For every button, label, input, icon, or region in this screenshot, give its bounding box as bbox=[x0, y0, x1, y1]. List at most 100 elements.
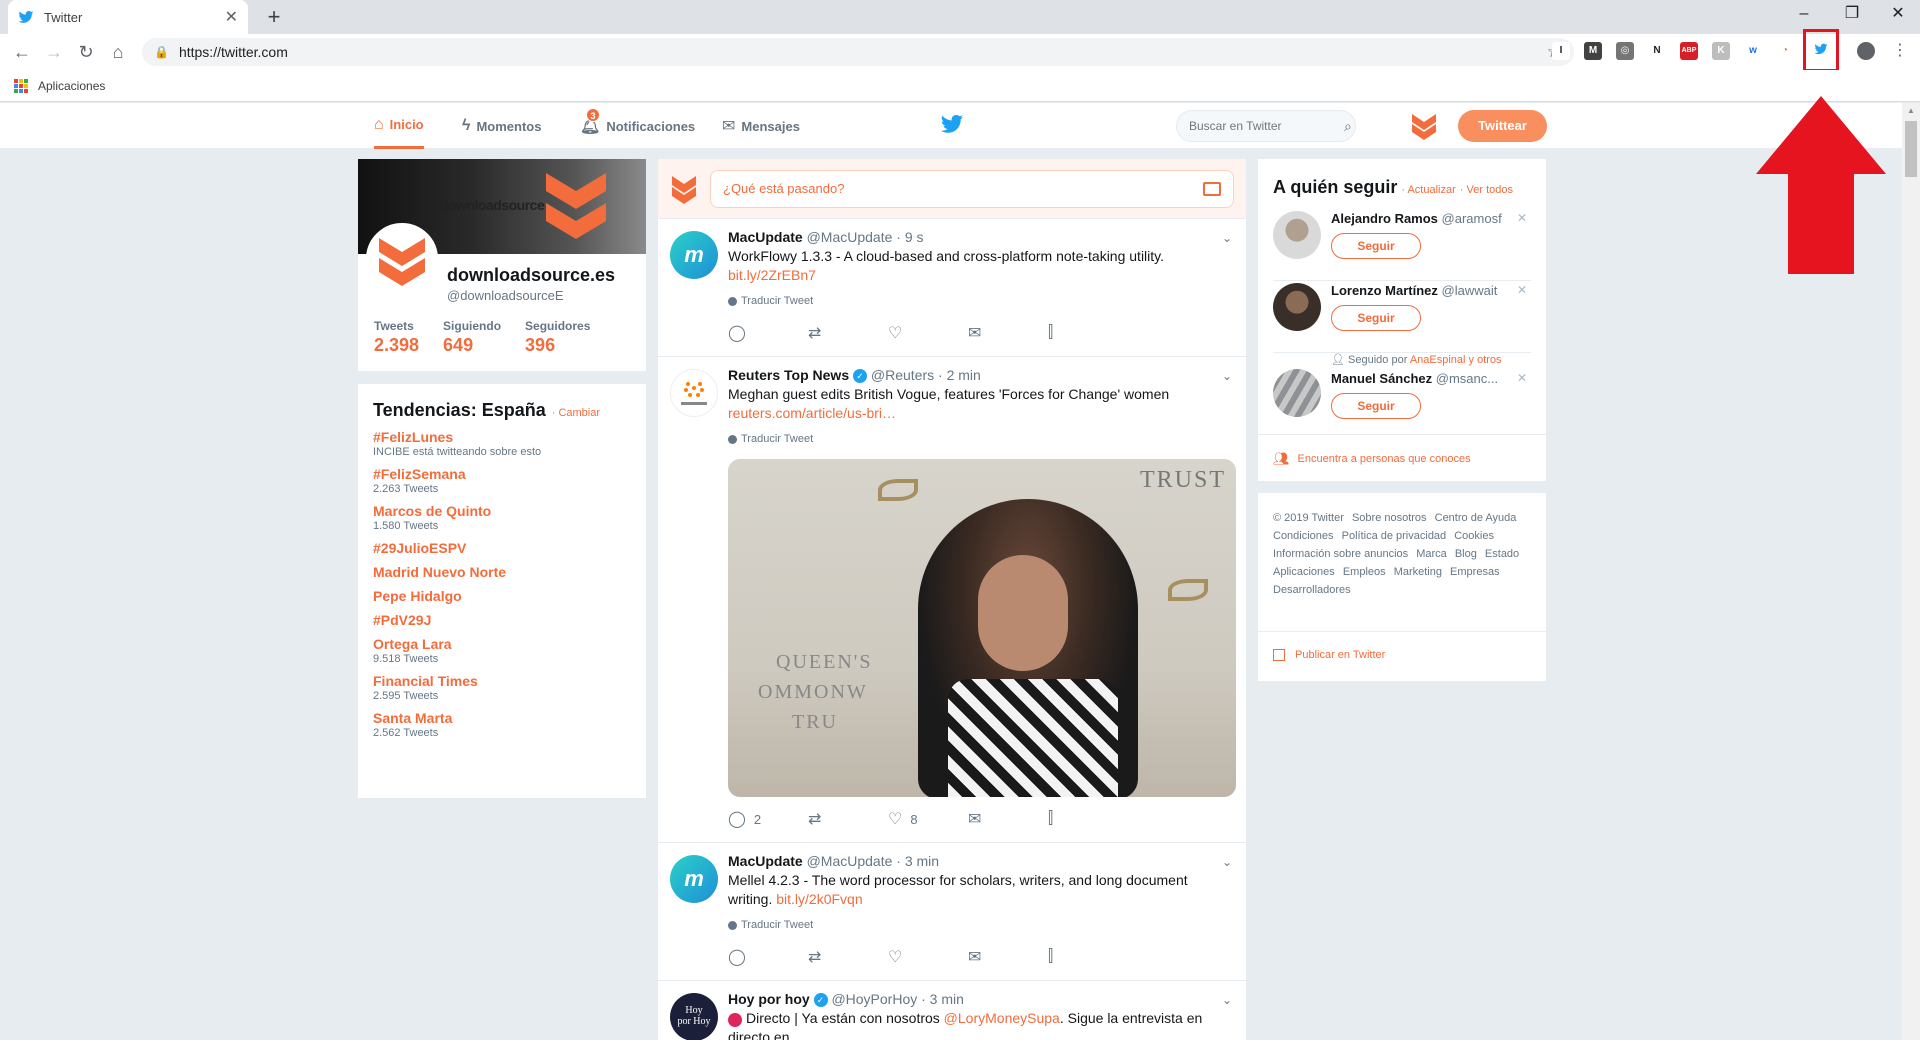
dm-button[interactable]: ✉ bbox=[968, 809, 1048, 829]
footer-link[interactable]: Desarrolladores bbox=[1273, 584, 1351, 596]
trends-change-link[interactable]: · Cambiar bbox=[552, 407, 600, 419]
user-name[interactable]: Alejandro Ramos @aramosf bbox=[1331, 211, 1502, 226]
trend-item[interactable]: Marcos de Quinto 1.580 Tweets bbox=[373, 503, 631, 532]
trend-item[interactable]: Financial Times 2.595 Tweets bbox=[373, 673, 631, 702]
refresh-link[interactable]: · Actualizar bbox=[1401, 184, 1455, 196]
retweet-button[interactable]: ⇄ bbox=[808, 947, 888, 967]
nav-home[interactable]: ⌂ Inicio bbox=[374, 103, 424, 149]
tweet-handle[interactable]: @MacUpdate · 3 min bbox=[807, 853, 939, 869]
forward-arrow-icon[interactable]: → bbox=[40, 38, 68, 66]
stat-tweets[interactable]: Tweets 2.398 bbox=[374, 319, 419, 356]
chevron-down-icon[interactable]: ⌄ bbox=[1222, 369, 1232, 383]
twitter-logo-icon[interactable] bbox=[940, 112, 964, 136]
compose-input[interactable]: ¿Qué está pasando? bbox=[710, 169, 1234, 208]
search-input[interactable] bbox=[1189, 119, 1344, 133]
apps-bookmark[interactable]: Aplicaciones bbox=[38, 79, 105, 93]
analytics-button[interactable]: ⫿ bbox=[1048, 810, 1128, 828]
tweet-handle[interactable]: @MacUpdate · 9 s bbox=[807, 229, 924, 245]
tweet-author[interactable]: Hoy por hoy bbox=[728, 991, 810, 1007]
tweet[interactable]: m MacUpdate @MacUpdate · 9 s ⌄ WorkFlowy… bbox=[658, 219, 1246, 357]
footer-link[interactable]: Sobre nosotros bbox=[1352, 512, 1427, 524]
tweet-avatar[interactable]: m bbox=[670, 855, 718, 903]
trend-item[interactable]: Pepe Hidalgo bbox=[373, 588, 631, 604]
compose-avatar-icon[interactable] bbox=[670, 174, 698, 204]
home-icon[interactable]: ⌂ bbox=[104, 38, 132, 66]
user-name[interactable]: Manuel Sánchez @msanc... bbox=[1331, 371, 1498, 386]
downloadsource-brand-icon[interactable] bbox=[1410, 112, 1438, 140]
like-button[interactable]: ♡ bbox=[888, 947, 968, 967]
browser-extension-icon[interactable]: ◎ bbox=[1616, 42, 1634, 60]
browser-extension-icon[interactable]: K bbox=[1712, 42, 1730, 60]
image-icon[interactable] bbox=[1203, 181, 1221, 196]
tab-close-icon[interactable]: ✕ bbox=[225, 7, 238, 27]
profile-handle[interactable]: @downloadsourceE bbox=[447, 288, 564, 303]
scroll-up-arrow-icon[interactable]: ▲ bbox=[1902, 103, 1920, 119]
footer-link[interactable]: Cookies bbox=[1454, 530, 1494, 542]
stat-following[interactable]: Siguiendo 649 bbox=[443, 319, 501, 356]
profile-name[interactable]: downloadsource.es bbox=[447, 265, 615, 286]
user-avatar[interactable] bbox=[1273, 283, 1321, 331]
user-avatar[interactable] bbox=[1273, 211, 1321, 259]
footer-link[interactable]: Política de privacidad bbox=[1342, 530, 1447, 542]
apps-grid-icon[interactable] bbox=[14, 78, 28, 93]
tweet-author[interactable]: MacUpdate bbox=[728, 853, 803, 869]
profile-avatar-icon[interactable] bbox=[1857, 42, 1875, 60]
tweet-avatar[interactable]: m bbox=[670, 231, 718, 279]
scroll-thumb[interactable] bbox=[1905, 121, 1917, 177]
dismiss-icon[interactable]: ✕ bbox=[1517, 211, 1527, 225]
tweet-button[interactable]: Twittear bbox=[1458, 110, 1547, 142]
footer-link[interactable]: Información sobre anuncios bbox=[1273, 548, 1408, 560]
trend-item[interactable]: Ortega Lara 9.518 Tweets bbox=[373, 636, 631, 665]
tweet-author[interactable]: Reuters Top News bbox=[728, 367, 849, 383]
new-tab-button[interactable]: + bbox=[260, 4, 288, 32]
browser-extension-icon[interactable]: ◔ bbox=[1776, 42, 1794, 60]
user-name[interactable]: Lorenzo Martínez @lawwait bbox=[1331, 283, 1497, 298]
publish-on-twitter-link[interactable]: Publicar en Twitter bbox=[1273, 649, 1385, 661]
footer-link[interactable]: Centro de Ayuda bbox=[1435, 512, 1517, 524]
analytics-button[interactable]: ⫿ bbox=[1048, 324, 1128, 342]
translate-tweet[interactable]: Traducir Tweet bbox=[728, 433, 1234, 445]
tweet[interactable]: m MacUpdate @MacUpdate · 3 min ⌄ Mellel … bbox=[658, 843, 1246, 981]
twitter-search[interactable]: ⌕ bbox=[1176, 110, 1356, 142]
trend-item[interactable]: #FelizSemana 2.263 Tweets bbox=[373, 466, 631, 495]
find-people-link[interactable]: 👥︎ Encuentra a personas que conoces bbox=[1273, 451, 1471, 467]
dismiss-icon[interactable]: ✕ bbox=[1517, 371, 1527, 385]
footer-link[interactable]: Empresas bbox=[1450, 566, 1500, 578]
profile-avatar[interactable] bbox=[366, 223, 438, 295]
translate-tweet[interactable]: Traducir Tweet bbox=[728, 295, 1234, 307]
tweet-avatar[interactable]: Hoy por Hoy bbox=[670, 993, 718, 1040]
browser-extension-icon[interactable]: N bbox=[1648, 42, 1666, 60]
footer-link[interactable]: Marketing bbox=[1394, 566, 1442, 578]
tweet-handle[interactable]: @HoyPorHoy · 3 min bbox=[831, 991, 963, 1007]
footer-link[interactable]: Marca bbox=[1416, 548, 1447, 560]
restore-icon[interactable]: ❐ bbox=[1830, 0, 1874, 30]
like-button[interactable]: ♡ bbox=[888, 323, 968, 343]
tweet-link[interactable]: bit.ly/2k0Fvqn bbox=[776, 891, 862, 907]
address-bar[interactable]: 🔒 https://twitter.com ☆ bbox=[142, 38, 1574, 66]
analytics-button[interactable]: ⫿ bbox=[1048, 948, 1128, 966]
trend-item[interactable]: #PdV29J bbox=[373, 612, 631, 628]
reply-button[interactable]: ◯ 2 bbox=[728, 809, 808, 829]
browser-extension-icon[interactable]: M bbox=[1584, 42, 1602, 60]
chevron-down-icon[interactable]: ⌄ bbox=[1222, 231, 1232, 245]
trend-item[interactable]: #29JulioESPV bbox=[373, 540, 631, 556]
tweet-avatar[interactable] bbox=[670, 369, 718, 417]
tweet[interactable]: Reuters Top News ✓ @Reuters · 2 min ⌄ Me… bbox=[658, 357, 1246, 843]
nav-moments[interactable]: ϟ Momentos bbox=[462, 103, 541, 149]
trend-item[interactable]: Santa Marta 2.562 Tweets bbox=[373, 710, 631, 739]
translate-tweet[interactable]: Traducir Tweet bbox=[728, 919, 1234, 931]
minimize-icon[interactable]: – bbox=[1782, 0, 1826, 30]
footer-link[interactable]: Estado bbox=[1485, 548, 1519, 560]
browser-extension-icon[interactable]: ABP bbox=[1680, 42, 1698, 60]
browser-extension-icon[interactable]: I bbox=[1552, 42, 1570, 60]
chevron-down-icon[interactable]: ⌄ bbox=[1222, 855, 1232, 869]
footer-link[interactable]: Aplicaciones bbox=[1273, 566, 1335, 578]
follow-button[interactable]: Seguir bbox=[1331, 233, 1421, 259]
user-avatar[interactable] bbox=[1273, 369, 1321, 417]
footer-link[interactable]: Empleos bbox=[1343, 566, 1386, 578]
chevron-down-icon[interactable]: ⌄ bbox=[1222, 993, 1232, 1007]
dm-button[interactable]: ✉ bbox=[968, 947, 1048, 967]
dismiss-icon[interactable]: ✕ bbox=[1517, 283, 1527, 297]
trend-item[interactable]: Madrid Nuevo Norte bbox=[373, 564, 631, 580]
page-scrollbar[interactable]: ▲ bbox=[1902, 103, 1920, 1040]
